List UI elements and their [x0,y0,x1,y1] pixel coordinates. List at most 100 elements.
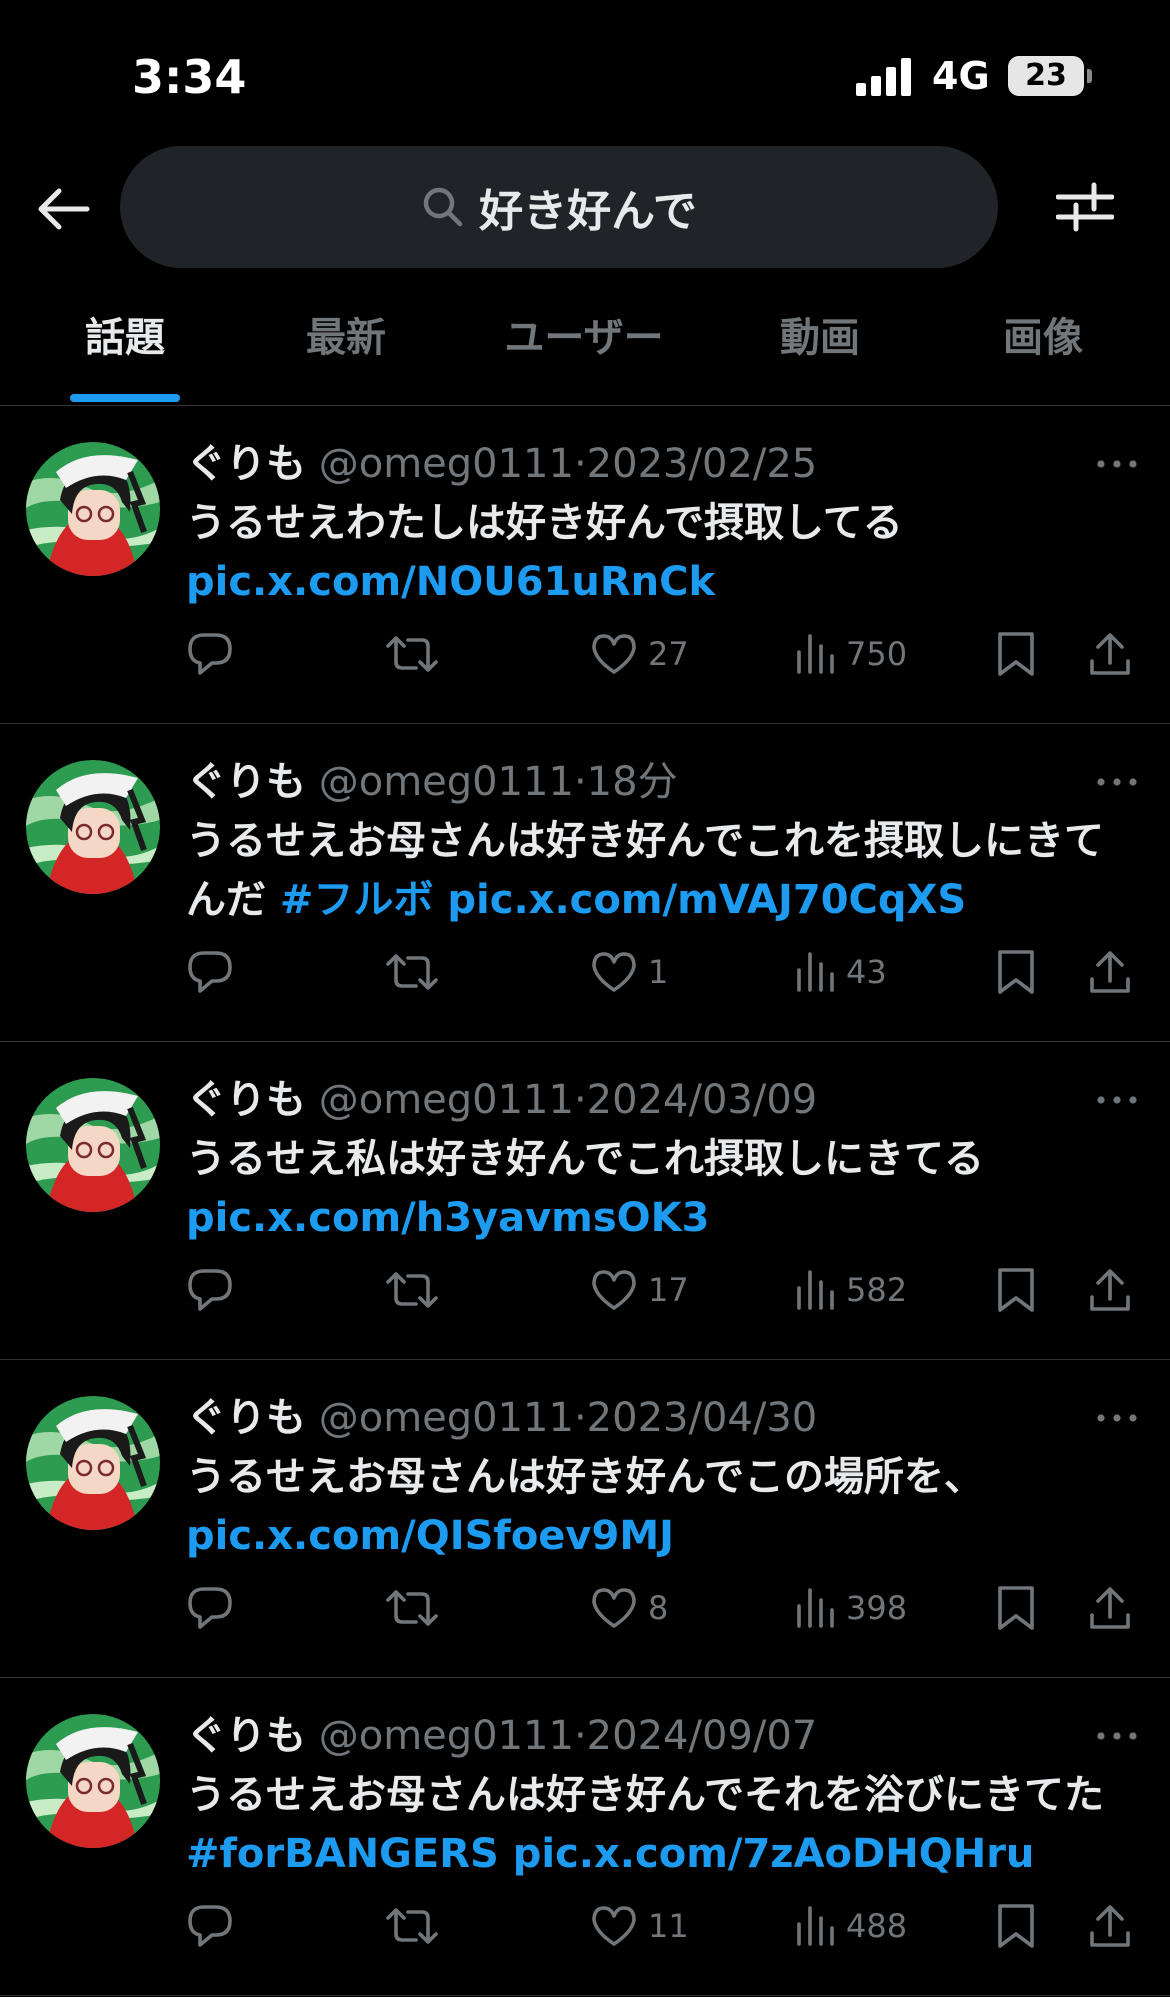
tweet[interactable]: ぐりも @omeg0111·2023/04/30 うるせえお母さんは好き好んでこ… [0,1360,1170,1678]
views-button[interactable]: 488 [794,1896,907,1956]
bookmark-button[interactable] [996,1260,1036,1320]
more-icon [1097,1732,1137,1740]
avatar[interactable] [26,442,160,576]
tweet-actions: 1 43 [186,942,1146,1002]
avatar[interactable] [26,760,160,894]
bookmark-button[interactable] [996,1578,1036,1638]
display-name[interactable]: ぐりも [186,759,306,805]
display-name[interactable]: ぐりも [186,1077,306,1123]
tweet-header: ぐりも @omeg0111·2024/09/07 [186,1706,1086,1766]
like-button[interactable]: 8 [590,1578,668,1638]
tab-images[interactable]: 画像 [933,300,1153,406]
more-icon [1097,1096,1137,1104]
views-button[interactable]: 750 [794,624,907,684]
display-name[interactable]: ぐりも [186,441,306,487]
like-button[interactable]: 11 [590,1896,689,1956]
media-link[interactable]: pic.x.com/h3yavmsOK3 [186,1195,710,1241]
media-link[interactable]: pic.x.com/QISfoev9MJ [186,1513,674,1559]
user-handle[interactable]: @omeg0111 [319,759,574,805]
tab-videos[interactable]: 動画 [710,300,930,406]
tweet[interactable]: ぐりも @omeg0111·2023/02/25 うるせえわたしは好き好んで摂取… [0,406,1170,724]
tweet[interactable]: ぐりも @omeg0111·2024/09/07 うるせえお母さんは好き好んでそ… [0,1678,1170,1996]
tweet[interactable]: ぐりも @omeg0111·18分 うるせえお母さんは好き好んでこれを摂取しにき… [0,724,1170,1042]
display-name[interactable]: ぐりも [186,1395,306,1441]
user-handle[interactable]: @omeg0111 [319,1395,574,1441]
reply-button[interactable] [186,624,234,684]
avatar[interactable] [26,1078,160,1212]
share-icon [1090,951,1130,993]
more-icon [1097,778,1137,786]
retweet-button[interactable] [384,1578,440,1638]
tweet-text-content: うるせえお母さんは好き好んでそれを浴びにきてた [186,1772,1104,1818]
share-button[interactable] [1088,1578,1132,1638]
hashtag-link[interactable]: #forBANGERS [186,1831,499,1877]
avatar[interactable] [26,1714,160,1848]
media-link[interactable]: pic.x.com/7zAoDHQHru [513,1831,1035,1877]
search-input[interactable]: 好き好んで [120,146,998,268]
share-icon [1090,1269,1130,1311]
retweet-button[interactable] [384,624,440,684]
views-button[interactable]: 582 [794,1260,907,1320]
like-button[interactable]: 17 [590,1260,689,1320]
reply-icon [188,1905,232,1947]
retweet-button[interactable] [384,1896,440,1956]
share-button[interactable] [1088,624,1132,684]
bookmark-button[interactable] [996,624,1036,684]
bookmark-icon [998,950,1034,994]
like-button[interactable]: 27 [590,624,689,684]
share-button[interactable] [1088,942,1132,1002]
tweet-date[interactable]: 2024/09/07 [587,1713,818,1759]
tweet-date[interactable]: 2024/03/09 [587,1077,818,1123]
more-button[interactable] [1092,1398,1142,1438]
like-count: 11 [648,1907,689,1945]
tweet[interactable]: ぐりも @omeg0111·2024/03/09 うるせえ私は好き好んでこれ摂取… [0,1042,1170,1360]
reply-button[interactable] [186,1260,234,1320]
tweet-header: ぐりも @omeg0111·18分 [186,752,1086,812]
tab-latest[interactable]: 最新 [236,300,456,406]
reply-button[interactable] [186,1896,234,1956]
retweet-icon [386,636,438,672]
view-count: 488 [846,1907,908,1945]
views-button[interactable]: 43 [794,942,887,1002]
user-handle[interactable]: @omeg0111 [319,1077,574,1123]
tweet-date[interactable]: 2023/04/30 [587,1395,818,1441]
more-button[interactable] [1092,1080,1142,1120]
back-button[interactable] [30,176,96,242]
retweet-button[interactable] [384,942,440,1002]
tweet-date[interactable]: 18分 [587,759,678,805]
share-button[interactable] [1088,1260,1132,1320]
views-button[interactable]: 398 [794,1578,907,1638]
like-icon [592,1906,636,1946]
tweet-date[interactable]: 2023/02/25 [587,441,818,487]
bookmark-button[interactable] [996,942,1036,1002]
user-handle[interactable]: @omeg0111 [319,441,574,487]
filter-button[interactable] [1052,174,1118,240]
reply-icon [188,951,232,993]
media-link[interactable]: pic.x.com/mVAJ70CqXS [447,877,966,923]
more-button[interactable] [1092,444,1142,484]
bookmark-button[interactable] [996,1896,1036,1956]
bookmark-icon [998,632,1034,676]
tweet-text-content: うるせえ私は好き好んでこれ摂取しにきてる [186,1136,984,1182]
tweet-date-sep: · [573,759,587,805]
tab-users[interactable]: ユーザー [474,300,694,406]
reply-button[interactable] [186,1578,234,1638]
views-icon [797,952,834,992]
hashtag-link[interactable]: #フルボ [266,877,434,923]
share-button[interactable] [1088,1896,1132,1956]
more-button[interactable] [1092,1716,1142,1756]
tweet-text: うるせえわたしは好き好んで摂取してる pic.x.com/NOU61uRnCk [186,494,1136,612]
tweet-text: うるせえお母さんは好き好んでこれを摂取しにきてんだ #フルボ pic.x.com… [186,812,1136,930]
reply-button[interactable] [186,942,234,1002]
retweet-button[interactable] [384,1260,440,1320]
tweet-header: ぐりも @omeg0111·2024/03/09 [186,1070,1086,1130]
tab-top[interactable]: 話題 [15,300,235,406]
tab-active-indicator [70,394,180,402]
media-link[interactable]: pic.x.com/NOU61uRnCk [186,559,715,605]
user-handle[interactable]: @omeg0111 [319,1713,574,1759]
like-button[interactable]: 1 [590,942,668,1002]
more-button[interactable] [1092,762,1142,802]
display-name[interactable]: ぐりも [186,1713,306,1759]
like-count: 27 [648,635,689,673]
avatar[interactable] [26,1396,160,1530]
